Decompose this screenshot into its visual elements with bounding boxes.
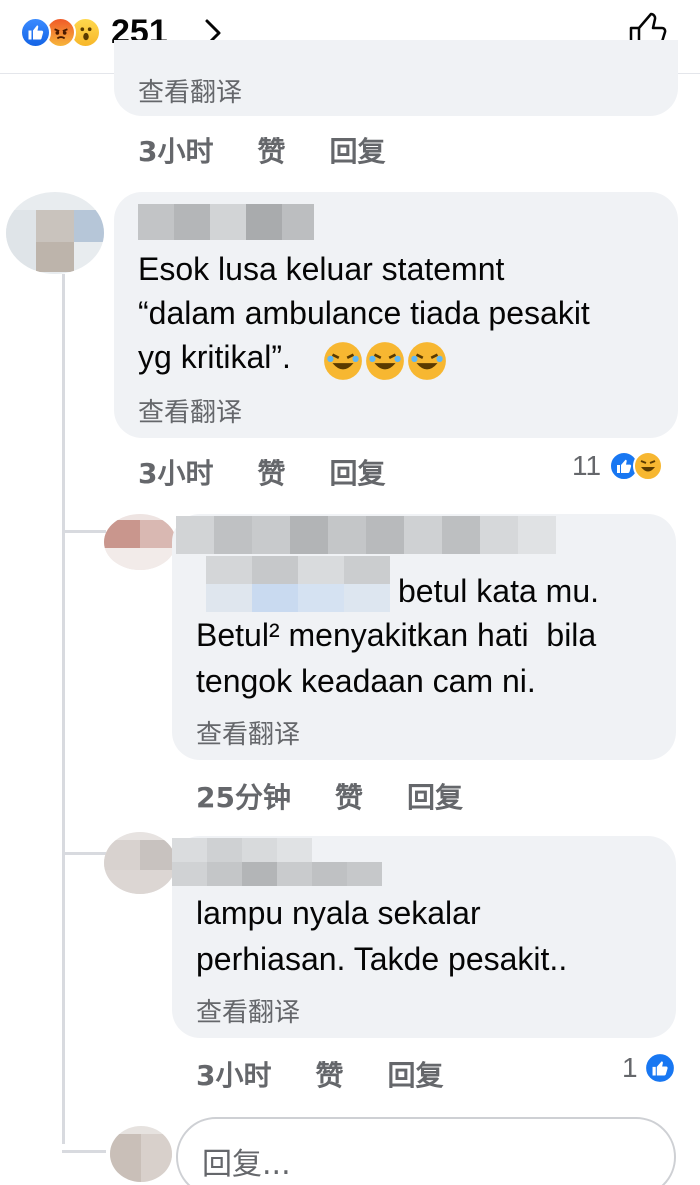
reply-button[interactable]: 回复 — [330, 452, 386, 492]
reply-text-line: lampu nyala sekalar — [196, 895, 481, 931]
reply-button[interactable]: 回复 — [330, 130, 386, 170]
commenter-name-blurred[interactable] — [138, 204, 314, 240]
comment-reaction-count[interactable]: 11 — [572, 450, 664, 482]
reply-input[interactable]: 回复... — [176, 1117, 676, 1185]
reply-text-line: tengok keadaan cam ni. — [196, 663, 536, 699]
see-translation-link[interactable]: 查看翻译 — [138, 72, 242, 109]
see-translation-link[interactable]: 查看翻译 — [196, 714, 300, 751]
rofl-emoji-icons — [322, 340, 448, 382]
like-button[interactable]: 赞 — [335, 776, 363, 816]
mention-tag-blurred[interactable] — [206, 556, 390, 612]
comment-actions-top: 3小时 赞 回复 — [138, 130, 430, 170]
see-translation-link[interactable]: 查看翻译 — [138, 392, 242, 429]
avatar[interactable] — [104, 514, 176, 570]
reply-actions: 3小时 赞 回复 — [196, 1054, 488, 1094]
like-button[interactable]: 赞 — [315, 1054, 343, 1094]
like-button[interactable]: 赞 — [257, 130, 285, 170]
haha-reaction-icon — [633, 451, 664, 481]
comment-time: 3小时 — [196, 1059, 272, 1092]
like-reaction-icon — [643, 1052, 676, 1084]
thread-branch — [62, 530, 106, 533]
thread-branch — [62, 852, 106, 855]
thread-line — [62, 274, 65, 1144]
comment-time: 3小时 — [138, 135, 214, 168]
see-translation-link[interactable]: 查看翻译 — [196, 992, 300, 1029]
reply-button[interactable]: 回复 — [407, 776, 463, 816]
comment-text-line: yg kritikal”. — [138, 339, 291, 375]
like-button[interactable]: 赞 — [257, 452, 285, 492]
comment-text-line: “dalam ambulance tiada pesakit — [138, 295, 590, 331]
reply-text-line: betul kata mu. — [398, 573, 599, 609]
replier-name-blurred[interactable] — [176, 516, 556, 554]
comment-text-line: Esok lusa keluar statemnt — [138, 251, 505, 287]
comment-time: 3小时 — [138, 457, 214, 490]
reply-text-line: Betul² menyakitkan hati bila — [196, 617, 597, 653]
thread-branch — [62, 510, 65, 532]
thread-branch — [62, 1150, 106, 1153]
comment-time: 25分钟 — [196, 781, 291, 814]
avatar[interactable] — [104, 832, 176, 894]
comment-actions-main: 3小时 赞 回复 — [138, 452, 430, 492]
reply-text-line: perhiasan. Takde pesakit.. — [196, 941, 568, 977]
avatar[interactable] — [6, 192, 104, 274]
reply-input-placeholder: 回复... — [202, 1147, 291, 1182]
replier-name-blurred[interactable] — [172, 838, 382, 886]
reply-actions: 25分钟 赞 回复 — [196, 776, 507, 816]
reply-button[interactable]: 回复 — [388, 1054, 444, 1094]
current-user-avatar — [110, 1126, 172, 1182]
reply-reaction-count[interactable]: 1 — [622, 1052, 676, 1084]
like-reaction-icon — [20, 16, 51, 48]
